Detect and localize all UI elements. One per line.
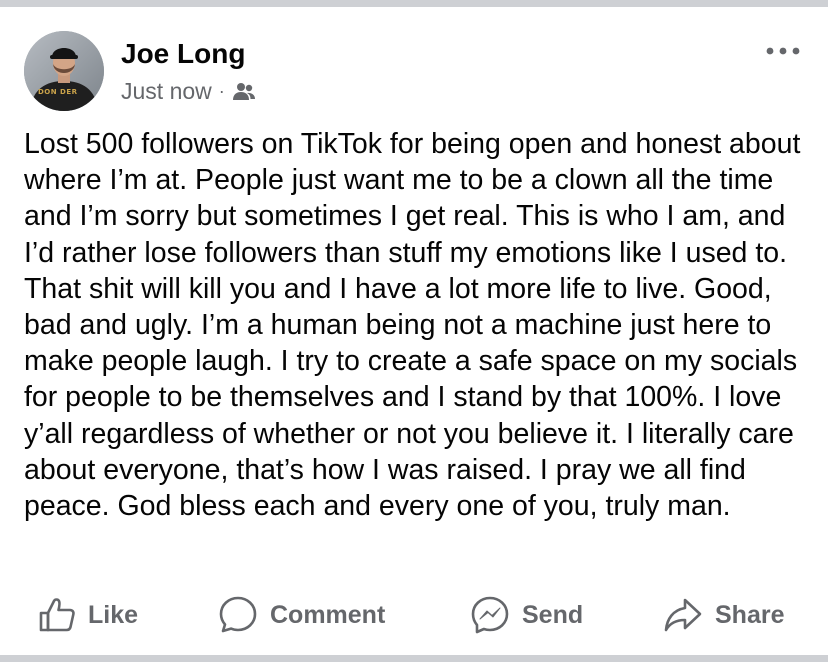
share-label: Share — [715, 600, 785, 629]
messenger-icon — [470, 595, 510, 635]
post-text: Lost 500 followers on TikTok for being o… — [24, 128, 809, 523]
comment-icon — [218, 595, 258, 635]
timestamp[interactable]: Just now — [121, 78, 212, 105]
post-meta: Just now · — [121, 78, 256, 105]
share-arrow-icon — [663, 597, 703, 633]
author-name[interactable]: Joe Long — [121, 38, 245, 70]
comment-button[interactable]: Comment — [218, 589, 385, 641]
meta-separator: · — [218, 81, 225, 101]
post-card: DON DER Joe Long Just now · Lost 500 fol… — [0, 7, 828, 655]
thumbs-up-icon — [38, 596, 76, 634]
send-label: Send — [522, 600, 584, 629]
avatar-hoodie-text: DON DER — [38, 88, 78, 96]
more-options-icon[interactable] — [762, 41, 804, 61]
send-button[interactable]: Send — [470, 589, 583, 641]
comment-label: Comment — [270, 600, 386, 629]
share-button[interactable]: Share — [663, 589, 784, 641]
avatar[interactable]: DON DER — [24, 31, 104, 111]
action-bar: Like Comment Send Share — [0, 589, 828, 641]
like-button[interactable]: Like — [38, 589, 138, 641]
friends-icon[interactable] — [232, 82, 256, 102]
like-label: Like — [88, 600, 139, 629]
